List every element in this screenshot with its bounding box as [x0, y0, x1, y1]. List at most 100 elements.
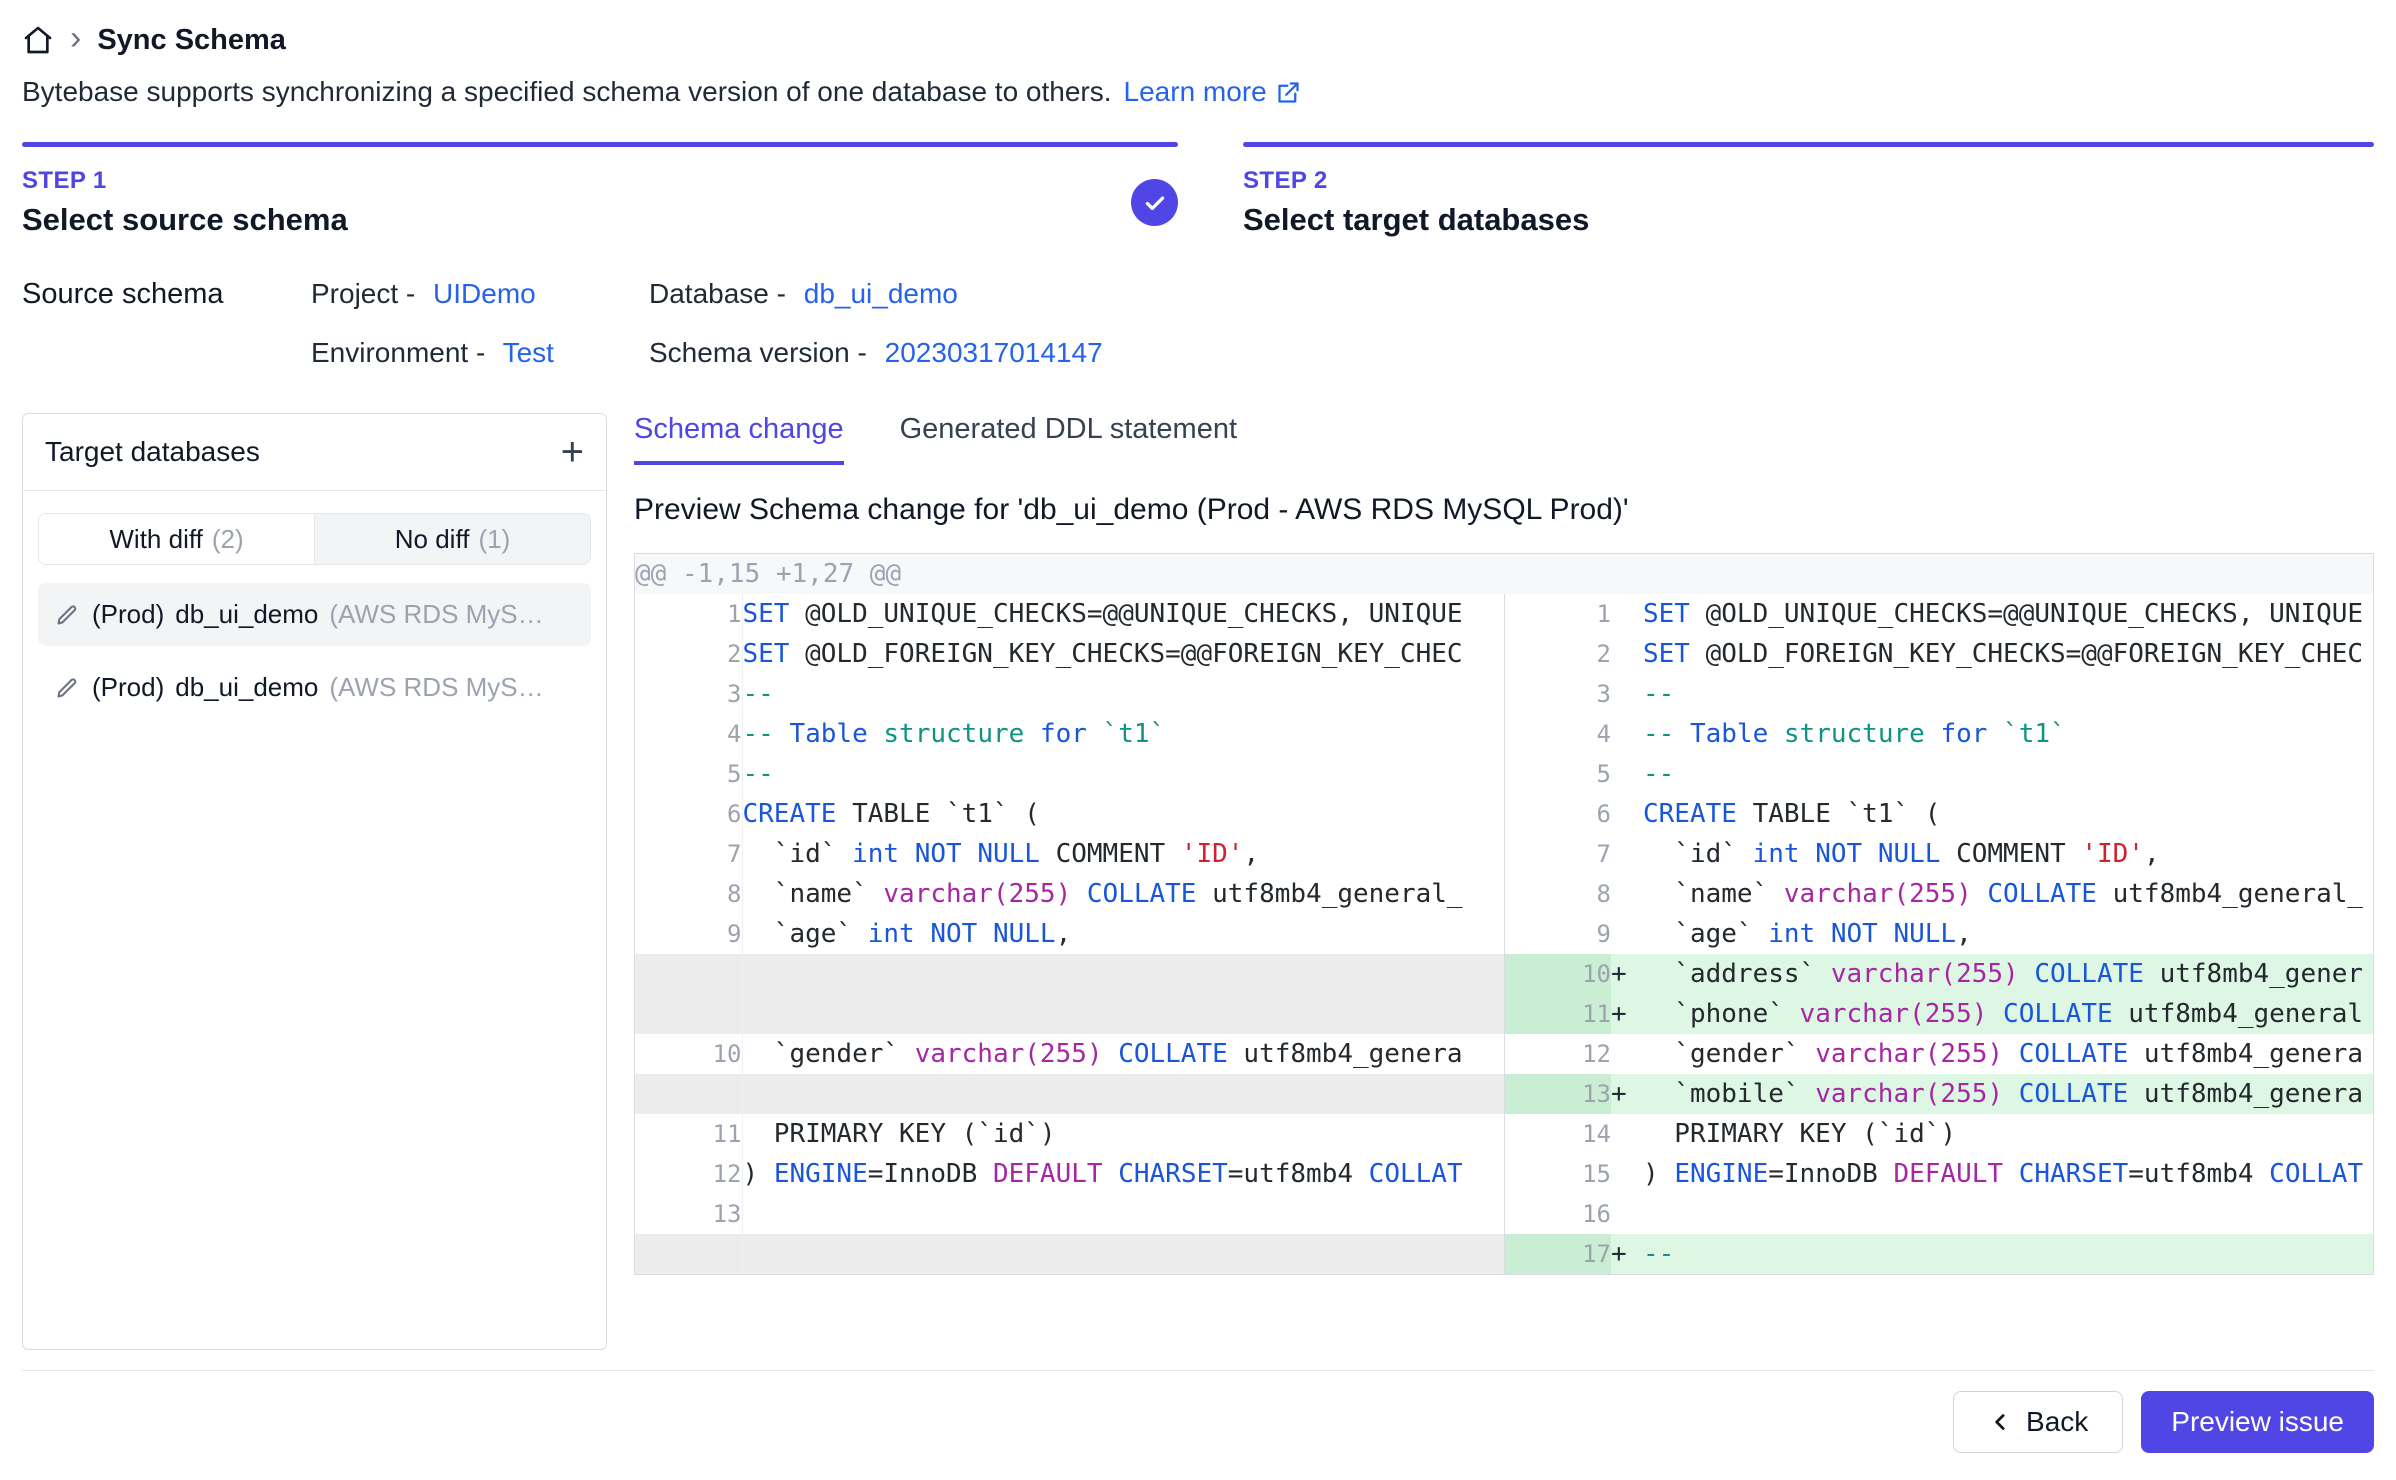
code-token: `name`	[743, 879, 884, 909]
target-database-item[interactable]: (Prod) db_ui_demo (AWS RDS MyS…	[38, 583, 591, 646]
diff-left-code	[742, 1194, 1504, 1234]
code-token	[899, 839, 915, 869]
diff-row: 11+ `phone` varchar(255) COLLATE utf8mb4…	[635, 994, 2373, 1034]
diff-right-code: SET @OLD_UNIQUE_CHECKS=@@UNIQUE_CHECKS, …	[1611, 594, 2373, 634]
step-1: STEP 1 Select source schema	[22, 142, 1178, 238]
diff-left-line-number: 9	[635, 914, 742, 954]
diff-row: 2SET @OLD_FOREIGN_KEY_CHECKS=@@FOREIGN_K…	[635, 634, 2373, 674]
code-token: varchar(255)	[1815, 1039, 2003, 1069]
code-token: --	[1643, 719, 1690, 749]
diff-left-line-number: 13	[635, 1194, 742, 1234]
diff-row: 8 `name` varchar(255) COLLATE utf8mb4_ge…	[635, 874, 2373, 914]
tab-schema-change[interactable]: Schema change	[634, 413, 844, 465]
code-token: DEFAULT	[993, 1159, 1103, 1189]
intro-text: Bytebase supports synchronizing a specif…	[22, 76, 1112, 108]
step-1-kicker: STEP 1	[22, 167, 348, 195]
diff-right-code	[1611, 1194, 2373, 1234]
diff-right-code: +--	[1611, 1234, 2373, 1274]
preview-issue-button[interactable]: Preview issue	[2141, 1391, 2374, 1453]
home-icon[interactable]	[22, 24, 54, 56]
diff-left-code	[742, 994, 1504, 1034]
diff-right-code: + `mobile` varchar(255) COLLATE utf8mb4_…	[1611, 1074, 2373, 1114]
code-token: --	[743, 719, 790, 749]
code-token: TABLE `t1` (	[836, 799, 1040, 829]
code-token: CHARSET	[1118, 1159, 1228, 1189]
code-token: `mobile`	[1643, 1079, 1815, 1109]
project-link[interactable]: UIDemo	[433, 278, 536, 309]
code-token: @OLD_UNIQUE_CHECKS=@@UNIQUE_CHECKS, UNIQ…	[789, 599, 1462, 629]
learn-more-link[interactable]: Learn more	[1124, 76, 1302, 108]
diff-right-line-number: 17	[1504, 1234, 1611, 1274]
diff-left-code: -- Table structure for `t1`	[742, 714, 1504, 754]
code-token: COLLATE	[2019, 1079, 2129, 1109]
code-token: ,	[1956, 919, 1972, 949]
diff-left-code: `name` varchar(255) COLLATE utf8mb4_gene…	[742, 874, 1504, 914]
code-token: CREATE	[1643, 799, 1737, 829]
schema-version-link[interactable]: 20230317014147	[885, 337, 1103, 368]
code-token: varchar(255)	[883, 879, 1071, 909]
code-token: Table	[789, 719, 867, 749]
code-token	[2003, 1159, 2019, 1189]
schema-diff-panel[interactable]: @@ -1,15 +1,27 @@1SET @OLD_UNIQUE_CHECKS…	[634, 553, 2374, 1275]
diff-left-line-number: 11	[635, 1114, 742, 1154]
diff-left-line-number	[635, 1074, 742, 1114]
code-token: --	[743, 679, 774, 709]
code-token: varchar(255)	[1784, 879, 1972, 909]
diff-left-line-number: 7	[635, 834, 742, 874]
code-token: 'ID'	[2081, 839, 2144, 869]
target-database-item[interactable]: (Prod) db_ui_demo (AWS RDS MyS…	[38, 656, 591, 719]
step-1-label: Select source schema	[22, 202, 348, 238]
code-token: `id`	[1643, 839, 1753, 869]
database-field: Database - db_ui_demo	[649, 278, 2374, 310]
database-environment: (Prod)	[92, 599, 164, 630]
tab-no-diff[interactable]: No diff (1)	[315, 514, 590, 564]
diff-right-line-number: 14	[1504, 1114, 1611, 1154]
diff-left-line-number: 5	[635, 754, 742, 794]
tab-with-diff[interactable]: With diff (2)	[39, 514, 315, 564]
diff-right-line-number: 4	[1504, 714, 1611, 754]
code-token: =InnoDB	[1768, 1159, 1893, 1189]
diff-left-code	[742, 1234, 1504, 1274]
environment-link[interactable]: Test	[503, 337, 554, 368]
preview-title: Preview Schema change for 'db_ui_demo (P…	[634, 493, 2374, 527]
diff-left-code	[742, 1074, 1504, 1114]
step-1-header: STEP 1 Select source schema	[22, 167, 1178, 238]
diff-filter-tabs: With diff (2) No diff (1)	[38, 513, 591, 565]
add-target-database-button[interactable]: +	[561, 434, 584, 470]
code-token: =utf8mb4	[2128, 1159, 2269, 1189]
code-token: NOT NULL	[1831, 919, 1956, 949]
database-name: db_ui_demo	[175, 672, 318, 703]
code-token	[1103, 1039, 1119, 1069]
diff-left-code: `age` int NOT NULL,	[742, 914, 1504, 954]
code-token: DEFAULT	[1893, 1159, 2003, 1189]
code-token: int	[868, 919, 915, 949]
diff-left-line-number: 3	[635, 674, 742, 714]
code-token: ENGINE	[1674, 1159, 1768, 1189]
diff-left-line-number: 1	[635, 594, 742, 634]
code-token: NOT NULL	[930, 919, 1055, 949]
code-token: ,	[1243, 839, 1259, 869]
source-schema-label: Source schema	[22, 278, 311, 311]
diff-row: 10 `gender` varchar(255) COLLATE utf8mb4…	[635, 1034, 2373, 1074]
add-icon: +	[561, 430, 584, 474]
code-token: SET	[1643, 639, 1690, 669]
diff-left-code: SET @OLD_FOREIGN_KEY_CHECKS=@@FOREIGN_KE…	[742, 634, 1504, 674]
tab-generated-ddl[interactable]: Generated DDL statement	[900, 413, 1237, 465]
diff-right-code: `name` varchar(255) COLLATE utf8mb4_gene…	[1611, 874, 2373, 914]
code-token: `address`	[1643, 959, 1831, 989]
code-token: --	[743, 759, 774, 789]
diff-right-code: `gender` varchar(255) COLLATE utf8mb4_ge…	[1611, 1034, 2373, 1074]
database-field-label: Database -	[649, 278, 786, 309]
code-token: varchar(255)	[1815, 1079, 2003, 1109]
diff-row: 13+ `mobile` varchar(255) COLLATE utf8mb…	[635, 1074, 2373, 1114]
code-token: NOT NULL	[1815, 839, 1940, 869]
step-2-header: STEP 2 Select target databases	[1243, 167, 2374, 238]
code-token	[2019, 959, 2035, 989]
database-link[interactable]: db_ui_demo	[804, 278, 958, 309]
code-token: PRIMARY KEY (`id`)	[743, 1119, 1056, 1149]
diff-row: 17+--	[635, 1234, 2373, 1274]
back-button[interactable]: Back	[1953, 1391, 2123, 1453]
diff-left-line-number	[635, 994, 742, 1034]
code-token: PRIMARY KEY (`id`)	[1643, 1119, 1956, 1149]
diff-right-line-number: 16	[1504, 1194, 1611, 1234]
